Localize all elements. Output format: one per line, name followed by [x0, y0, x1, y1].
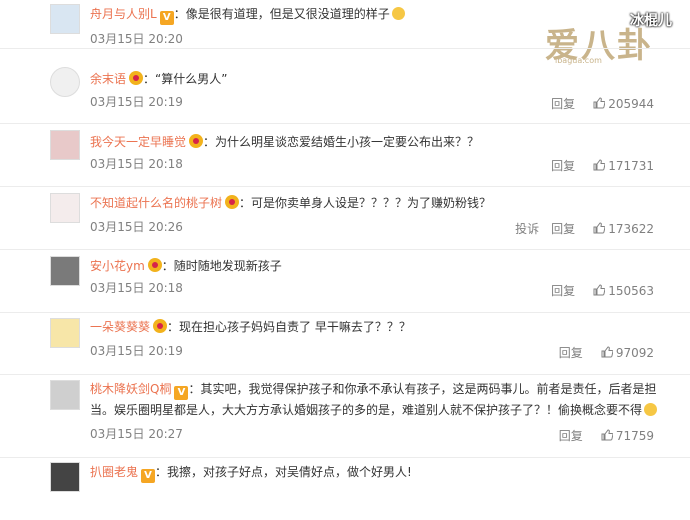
- avatar[interactable]: [50, 380, 80, 410]
- comment-item: 余末语 ：“算什么男人” 03月15日 20:19 回复 205944: [0, 60, 690, 124]
- verified-badge-icon: [141, 469, 156, 483]
- avatar[interactable]: [50, 130, 80, 160]
- avatar[interactable]: [50, 462, 80, 492]
- like-count: 173622: [608, 222, 654, 236]
- comment-time: 03月15日 20:26: [90, 220, 183, 234]
- username-link[interactable]: 余末语: [90, 72, 126, 86]
- like-count: 205944: [608, 97, 654, 111]
- reply-button[interactable]: 回复: [551, 159, 575, 173]
- comment-actions: 回复 171731: [551, 158, 654, 174]
- like-count: 71759: [615, 429, 654, 443]
- comment-actions: 回复 150563: [551, 283, 654, 299]
- reply-button[interactable]: 回复: [551, 284, 575, 298]
- reply-button[interactable]: 回复: [551, 97, 575, 111]
- like-icon[interactable]: [601, 346, 613, 358]
- comment-line: 一朵葵葵葵 ：现在担心孩子妈妈自责了 早干嘛去了？？？: [90, 319, 411, 335]
- comment-line: 桃木降妖剑Q桐 ：其实吧，我觉得保护孩子和你承不承认有孩子，这是两码事儿。前者是责…: [90, 381, 656, 400]
- comment-time: 03月15日 20:19: [90, 344, 183, 358]
- comment-line: 不知道起什么名的桃子树 ：可是你卖单身人设是？？？？为了赚奶粉钱？: [90, 195, 491, 211]
- comment-text: ：“算什么男人”: [143, 72, 228, 86]
- comment-line: 扒圈老鬼 ：我擦，对孩子好点，对吴倩好点，做个好男人!: [90, 464, 412, 483]
- comment-actions: 投诉 回复 173622: [515, 221, 654, 237]
- like-icon[interactable]: [593, 284, 606, 296]
- comment-text: ：可是你卖单身人设是？？？？为了赚奶粉钱？: [239, 196, 492, 210]
- comment-text: ：像是很有道理，但是又很没道理的样子: [173, 7, 390, 21]
- comment-time: 03月15日 20:18: [90, 281, 183, 295]
- comment-actions: 回复 205944: [551, 96, 654, 112]
- comment-line: 我今天一定早睡觉 ：为什么明星谈恋爱结婚生小孩一定要公布出来？？: [90, 134, 479, 150]
- report-button[interactable]: 投诉: [515, 222, 539, 236]
- comment-time: 03月15日 20:19: [90, 95, 183, 109]
- username-link[interactable]: 桃木降妖剑Q桐: [90, 382, 171, 396]
- like-icon[interactable]: [593, 97, 606, 109]
- avatar[interactable]: [50, 4, 80, 34]
- comment-item: 扒圈老鬼 ：我擦，对孩子好点，对吴倩好点，做个好男人!: [0, 457, 690, 520]
- emoji-icon: [644, 403, 658, 416]
- comment-actions: 回复 97092: [559, 345, 654, 361]
- reply-button[interactable]: 回复: [559, 429, 583, 443]
- comment-item: 舟月与人别L ：像是很有道理，但是又很没道理的样子 03月15日 20:20: [0, 0, 690, 49]
- username-link[interactable]: 安小花ym: [90, 259, 145, 273]
- comment-line: 安小花ym ：随时随地发现新孩子: [90, 258, 282, 274]
- username-link[interactable]: 扒圈老鬼: [90, 465, 138, 479]
- comment-line: 舟月与人别L ：像是很有道理，但是又很没道理的样子: [90, 6, 405, 25]
- reply-button[interactable]: 回复: [551, 222, 575, 236]
- avatar[interactable]: [50, 193, 80, 223]
- like-icon[interactable]: [601, 429, 613, 441]
- comment-time: 03月15日 20:20: [90, 32, 183, 46]
- comment-text: ：其实吧，我觉得保护孩子和你承不承认有孩子，这是两码事儿。前者是责任，后者是担: [188, 382, 657, 396]
- crown-badge-icon: [225, 195, 240, 209]
- crown-badge-icon: [147, 258, 162, 272]
- username-link[interactable]: 我今天一定早睡觉: [90, 135, 186, 149]
- like-icon[interactable]: [593, 159, 606, 171]
- avatar[interactable]: [50, 67, 80, 97]
- like-count: 150563: [608, 284, 654, 298]
- verified-badge-icon: [174, 386, 189, 400]
- username-link[interactable]: 不知道起什么名的桃子树: [90, 196, 222, 210]
- username-link[interactable]: 舟月与人别L: [90, 7, 157, 21]
- comment-actions: 回复 71759: [559, 428, 654, 444]
- like-count: 171731: [608, 159, 654, 173]
- comment-item: 我今天一定早睡觉 ：为什么明星谈恋爱结婚生小孩一定要公布出来？？ 03月15日 2…: [0, 123, 690, 187]
- like-icon[interactable]: [593, 222, 606, 234]
- comment-text: ：现在担心孩子妈妈自责了 早干嘛去了？？？: [167, 320, 411, 334]
- comment-item: 一朵葵葵葵 ：现在担心孩子妈妈自责了 早干嘛去了？？？ 03月15日 20:19 …: [0, 311, 690, 375]
- comment-text-line2: 当。娱乐圈明星都是人，大大方方承认婚姻孩子的多的是，难道别人就不保护孩子了？！偷…: [90, 403, 643, 417]
- like-count: 97092: [615, 346, 654, 360]
- avatar[interactable]: [50, 318, 80, 348]
- comment-text: ：随时随地发现新孩子: [161, 259, 282, 273]
- comment-text: ：我擦，对孩子好点，对吴倩好点，做个好男人!: [155, 465, 412, 479]
- comment-time: 03月15日 20:27: [90, 427, 183, 441]
- reply-button[interactable]: 回复: [559, 346, 583, 360]
- crown-badge-icon: [153, 319, 168, 333]
- comment-line: 余末语 ：“算什么男人”: [90, 71, 227, 87]
- comment-text-continued: 当。娱乐圈明星都是人，大大方方承认婚姻孩子的多的是，难道别人就不保护孩子了？！偷…: [90, 402, 658, 418]
- comment-text: ：为什么明星谈恋爱结婚生小孩一定要公布出来？？: [203, 135, 480, 149]
- verified-badge-icon: [159, 11, 174, 25]
- crown-badge-icon: [129, 71, 144, 85]
- avatar[interactable]: [50, 256, 80, 286]
- crown-badge-icon: [189, 134, 204, 148]
- comment-item: 不知道起什么名的桃子树 ：可是你卖单身人设是？？？？为了赚奶粉钱？ 03月15日 …: [0, 186, 690, 250]
- comment-item: 桃木降妖剑Q桐 ：其实吧，我觉得保护孩子和你承不承认有孩子，这是两码事儿。前者是责…: [0, 373, 690, 458]
- comment-time: 03月15日 20:18: [90, 157, 183, 171]
- username-link[interactable]: 一朵葵葵葵: [90, 320, 150, 334]
- emoji-icon: [391, 7, 405, 20]
- comment-item: 安小花ym ：随时随地发现新孩子 03月15日 20:18 回复 150563: [0, 249, 690, 313]
